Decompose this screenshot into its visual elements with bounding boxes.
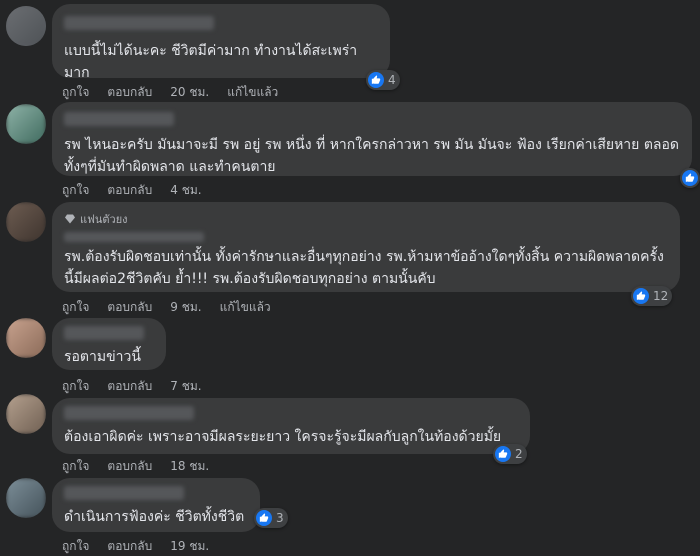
edited-label[interactable]: แก้ไขแล้ว bbox=[227, 83, 278, 102]
badge-label: แฟนตัวยง bbox=[80, 213, 128, 226]
author-name[interactable] bbox=[64, 16, 214, 30]
reply-button[interactable]: ตอบกลับ bbox=[107, 181, 152, 200]
avatar[interactable] bbox=[6, 104, 46, 144]
comment-actions: ถูกใจ ตอบกลับ 18 ชม. bbox=[62, 457, 209, 476]
reaction-number: 2 bbox=[515, 447, 523, 461]
reply-button[interactable]: ตอบกลับ bbox=[107, 83, 152, 102]
avatar[interactable] bbox=[6, 6, 46, 46]
like-button[interactable]: ถูกใจ bbox=[62, 537, 89, 556]
avatar[interactable] bbox=[6, 478, 46, 518]
avatar[interactable] bbox=[6, 202, 46, 242]
comment-bubble: รพ ไหนอะครับ มันมาจะมี รพ อยู่ รพ หนึ่ง … bbox=[52, 102, 692, 176]
author-name[interactable] bbox=[64, 232, 204, 242]
timestamp[interactable]: 18 ชม. bbox=[170, 457, 209, 476]
edited-label[interactable]: แก้ไขแล้ว bbox=[220, 298, 271, 317]
reaction-count[interactable]: 3 bbox=[254, 508, 288, 528]
comment-actions: ถูกใจ ตอบกลับ 7 ชม. bbox=[62, 377, 202, 396]
comment-actions: ถูกใจ ตอบกลับ 9 ชม. แก้ไขแล้ว bbox=[62, 298, 271, 317]
comment-bubble: ต้องเอาผิดค่ะ เพราะอาจมีผลระยะยาว ใครจะร… bbox=[52, 398, 530, 454]
thumbs-up-icon bbox=[368, 72, 384, 88]
reaction-count[interactable]: 12 bbox=[631, 286, 673, 306]
comment-text: รพ.ต้องรับผิดชอบเท่านั้น ทั้งค่ารักษาและ… bbox=[64, 249, 664, 287]
reply-button[interactable]: ตอบกลับ bbox=[107, 457, 152, 476]
reply-button[interactable]: ตอบกลับ bbox=[107, 377, 152, 396]
reply-button[interactable]: ตอบกลับ bbox=[107, 537, 152, 556]
thumbs-up-icon bbox=[495, 446, 511, 462]
reaction-number: 3 bbox=[276, 511, 284, 525]
like-button[interactable]: ถูกใจ bbox=[62, 181, 89, 200]
fan-badge[interactable]: แฟนตัวยง bbox=[64, 210, 668, 228]
comment-actions: ถูกใจ ตอบกลับ 20 ชม. แก้ไขแล้ว bbox=[62, 83, 278, 102]
reaction-count[interactable] bbox=[680, 168, 700, 188]
comment-actions: ถูกใจ ตอบกลับ 19 ชม. bbox=[62, 537, 209, 556]
reaction-count[interactable]: 2 bbox=[493, 444, 527, 464]
thumbs-up-icon bbox=[633, 288, 649, 304]
reply-button[interactable]: ตอบกลับ bbox=[107, 298, 152, 317]
avatar[interactable] bbox=[6, 318, 46, 358]
comment-bubble: ดำเนินการฟ้องค่ะ ชีวิตทั้งชีวิต bbox=[52, 478, 260, 532]
like-button[interactable]: ถูกใจ bbox=[62, 457, 89, 476]
reaction-number: 4 bbox=[388, 73, 396, 87]
author-name[interactable] bbox=[64, 326, 144, 340]
comment-text: ดำเนินการฟ้องค่ะ ชีวิตทั้งชีวิต bbox=[64, 509, 245, 525]
timestamp[interactable]: 7 ชม. bbox=[170, 377, 201, 396]
timestamp[interactable]: 19 ชม. bbox=[170, 537, 209, 556]
comment-bubble: แบบนี้ไม่ได้นะคะ ชีวิตมีค่ามาก ทำงานได้ส… bbox=[52, 4, 390, 81]
timestamp[interactable]: 20 ชม. bbox=[170, 83, 209, 102]
comment-text: แบบนี้ไม่ได้นะคะ ชีวิตมีค่ามาก ทำงานได้ส… bbox=[64, 43, 358, 81]
reaction-count[interactable]: 4 bbox=[366, 70, 400, 90]
comment-bubble: แฟนตัวยง รพ.ต้องรับผิดชอบเท่านั้น ทั้งค่… bbox=[52, 202, 680, 292]
author-name[interactable] bbox=[64, 406, 194, 420]
comment-text: ต้องเอาผิดค่ะ เพราะอาจมีผลระยะยาว ใครจะร… bbox=[64, 429, 502, 445]
like-button[interactable]: ถูกใจ bbox=[62, 377, 89, 396]
author-name[interactable] bbox=[64, 486, 184, 500]
reaction-number: 12 bbox=[653, 289, 669, 303]
comment-bubble: รอตามข่าวนี้ bbox=[52, 318, 166, 370]
like-button[interactable]: ถูกใจ bbox=[62, 83, 89, 102]
author-name[interactable] bbox=[64, 112, 174, 126]
comment-actions: ถูกใจ ตอบกลับ 4 ชม. bbox=[62, 181, 202, 200]
comment-text: รพ ไหนอะครับ มันมาจะมี รพ อยู่ รพ หนึ่ง … bbox=[64, 137, 679, 175]
diamond-icon bbox=[65, 214, 75, 224]
avatar[interactable] bbox=[6, 394, 46, 434]
timestamp[interactable]: 4 ชม. bbox=[170, 181, 201, 200]
timestamp[interactable]: 9 ชม. bbox=[170, 298, 201, 317]
thumbs-up-icon bbox=[256, 510, 272, 526]
comment-text: รอตามข่าวนี้ bbox=[64, 349, 141, 365]
thumbs-up-icon bbox=[682, 170, 698, 186]
like-button[interactable]: ถูกใจ bbox=[62, 298, 89, 317]
